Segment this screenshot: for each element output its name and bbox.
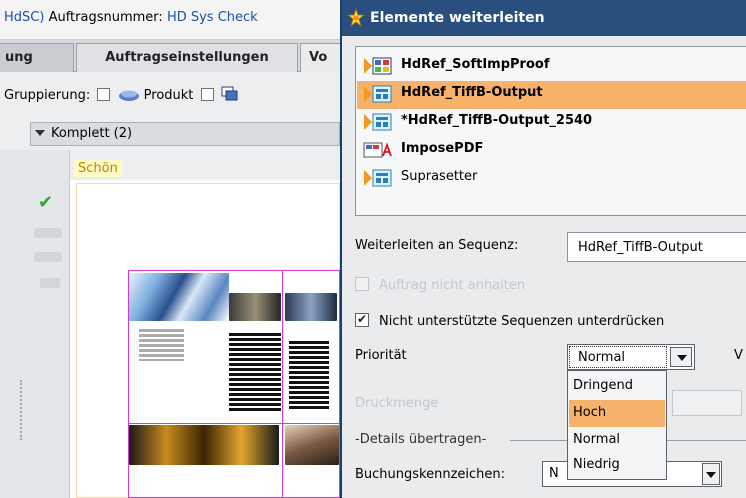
order-number-value: HD Sys Check [166,10,258,25]
grouping-checkbox-1[interactable] [97,88,111,101]
priority-label: Priorität [355,348,407,363]
imposition-preview[interactable] [128,270,340,498]
sequence-list[interactable]: HdRef_SoftImpProof HdRef_TiffB-Output *H… [355,46,746,216]
sequence-icon [363,83,397,105]
priority-option-hoch[interactable]: Hoch [569,400,665,427]
booking-code-label: Buchungskennzeichen: [355,467,506,482]
sequence-icon [363,167,397,189]
forward-elements-dialog: Elemente weiterleiten HdRef_SoftImpProof… [340,0,746,498]
dialog-title-bar[interactable]: Elemente weiterleiten [342,0,746,36]
splitter-handle[interactable] [20,380,22,440]
list-item-label: Suprasetter [401,169,478,184]
list-item-label: ImposePDF [401,141,484,156]
checkbox-checked[interactable] [355,312,369,327]
priority-selected-value[interactable]: Normal [569,346,667,368]
list-item[interactable]: HdRef_SoftImpProof [357,53,746,81]
dialog-title-icon [346,7,366,28]
komplett-node[interactable]: Komplett (2) [30,122,340,146]
job-header: HdSC) Auftragsnummer: HD Sys Check [0,0,340,40]
title-prefix: HdSC) [4,10,45,25]
suppress-unsupported-label: Nicht unterstützte Sequenzen unterdrücke… [379,314,665,329]
checkbox-box [355,277,369,291]
hold-job-checkbox: Auftrag nicht anhalten [355,277,525,293]
priority-select[interactable]: Normal [567,344,695,370]
page-photo-5 [285,425,339,465]
grouping-row: Gruppierung: Produkt [0,72,340,120]
pdf-icon [363,139,397,161]
order-number-label: Auftragsnummer: [48,10,163,25]
print-quantity-label: Druckmenge [355,396,439,411]
priority-option-niedrig[interactable]: Niedrig [569,452,665,479]
page-divider-h [129,423,339,424]
print-quantity-field [672,390,742,416]
suppress-unsupported-checkbox[interactable]: Nicht unterstützte Sequenzen unterdrücke… [355,312,665,329]
sequence-icon [363,55,397,77]
page-text-3 [289,341,329,411]
check-icon: ✔ [38,192,54,213]
list-item-label: *HdRef_TiffB-Output_2540 [401,113,593,128]
sequence-icon [363,111,397,133]
product-icon [118,88,140,106]
forward-sequence-field[interactable]: HdRef_TiffB-Output [567,232,746,262]
page-photo-2 [229,293,281,321]
page-photo-3 [285,293,337,321]
page-photo-1 [129,273,229,321]
dialog-title: Elemente weiterleiten [370,10,545,26]
tab-bar: ung Auftragseinstellungen Vo [0,40,350,72]
komplett-label: Komplett (2) [51,126,133,141]
list-item[interactable]: ImposePDF [357,137,746,165]
page-divider-v [282,271,283,497]
page-text-1 [139,329,184,361]
list-item[interactable]: *HdRef_TiffB-Output_2540 [357,109,746,137]
chevron-down-icon[interactable] [702,463,720,485]
tab-ung[interactable]: ung [0,43,74,72]
grouping-option-label: Produkt [143,88,194,103]
list-item-label: HdRef_SoftImpProof [401,57,550,72]
grouping-checkbox-2[interactable] [200,88,214,101]
ghost-icon-3 [40,278,60,288]
priority-dropdown-list[interactable]: Dringend Hoch Normal Niedrig [567,370,667,480]
ghost-icon-1 [34,228,62,238]
grouping-label: Gruppierung: [4,88,91,103]
ghost-icon-2 [34,252,62,262]
sheets-icon [221,86,239,106]
page-photo-4 [129,425,279,465]
page-text-2 [229,333,281,411]
forward-sequence-label: Weiterleiten an Sequenz: [355,238,519,253]
list-item-selected[interactable]: HdRef_TiffB-Output [357,81,746,109]
expand-icon[interactable] [35,130,45,136]
list-item-label: HdRef_TiffB-Output [401,85,543,100]
chevron-down-icon[interactable] [670,347,692,367]
side-label-front: Schön [74,160,122,177]
priority-option-dringend[interactable]: Dringend [569,373,665,400]
tab-auftragseinstellungen[interactable]: Auftragseinstellungen [76,43,298,72]
status-strip [0,150,70,498]
priority-option-normal[interactable]: Normal [569,427,665,454]
list-item[interactable]: Suprasetter [357,165,746,193]
hold-job-label: Auftrag nicht anhalten [379,278,526,293]
truncated-label: V [734,348,743,363]
details-group-label: -Details übertragen- [355,432,487,447]
